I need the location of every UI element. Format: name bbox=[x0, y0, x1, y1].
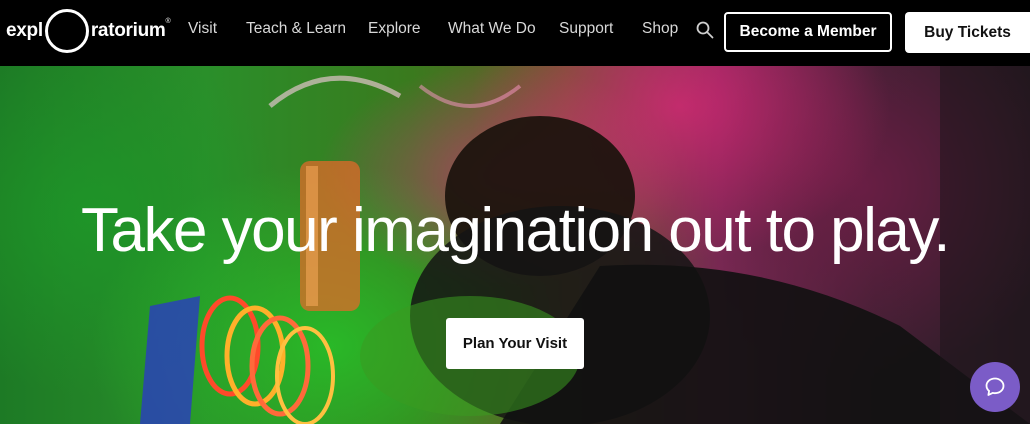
site-header: expl ratorium ® Visit Teach & Learn Expl… bbox=[0, 0, 1030, 66]
exploratorium-logo[interactable]: expl ratorium ® bbox=[6, 6, 171, 56]
chat-bubble-icon bbox=[985, 377, 1005, 396]
logo-text-left: expl bbox=[6, 20, 43, 41]
logo-text-right: ratorium bbox=[90, 20, 166, 41]
nav-item-teach-learn[interactable]: Teach & Learn bbox=[246, 20, 346, 38]
become-member-button[interactable]: Become a Member bbox=[724, 12, 892, 52]
buy-tickets-button[interactable]: Buy Tickets bbox=[905, 12, 1030, 53]
nav-item-explore[interactable]: Explore bbox=[368, 20, 421, 38]
nav-item-visit[interactable]: Visit bbox=[188, 20, 217, 38]
logo-ring-icon bbox=[44, 9, 89, 53]
search-icon[interactable] bbox=[696, 21, 714, 39]
chat-button[interactable] bbox=[970, 362, 1020, 412]
hero-banner: Take your imagination out to play. Plan … bbox=[0, 66, 1030, 424]
plan-your-visit-button[interactable]: Plan Your Visit bbox=[446, 318, 584, 369]
hero-headline: Take your imagination out to play. bbox=[80, 196, 951, 265]
nav-item-shop[interactable]: Shop bbox=[642, 20, 678, 38]
nav-item-what-we-do[interactable]: What We Do bbox=[448, 20, 536, 38]
nav-item-support[interactable]: Support bbox=[559, 20, 613, 38]
registered-mark: ® bbox=[165, 18, 171, 25]
